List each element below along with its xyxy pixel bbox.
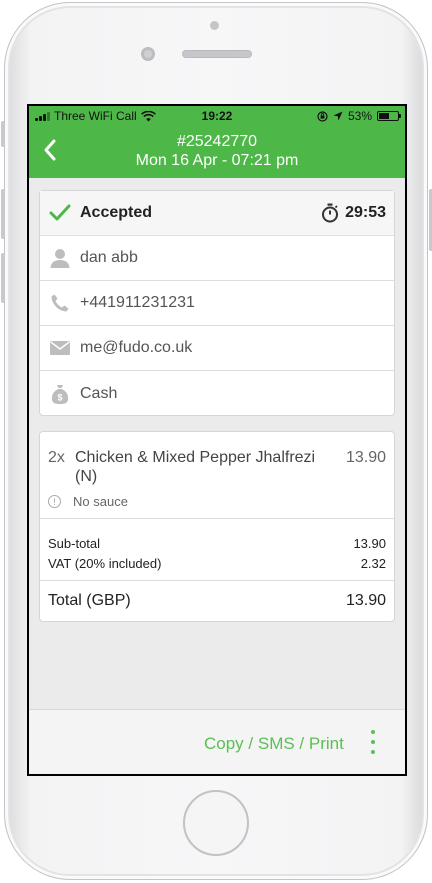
mute-switch [1,121,5,147]
money-bag-icon: $ [48,382,72,406]
total-line: Total (GBP) 13.90 [40,581,394,621]
total-value: 13.90 [345,592,386,609]
battery-percentage: 53% [347,109,372,123]
phone-icon [48,291,72,315]
subtotal-line: Sub-total 13.90 [48,534,386,554]
subtotal-value: 13.90 [353,536,386,551]
customer-email: me@fudo.co.uk [80,339,193,356]
home-button[interactable] [183,790,249,856]
envelope-icon [48,336,72,360]
customer-name-row[interactable]: dan abb [40,236,394,281]
back-button[interactable] [39,136,63,164]
order-datetime: Mon 16 Apr - 07:21 pm [135,152,299,169]
order-header: #25242770 Mon 16 Apr - 07:21 pm [29,126,405,178]
vat-label: VAT (20% included) [48,556,162,571]
payment-row: $ Cash [40,371,394,416]
signal-strength-icon [35,111,50,121]
item-line: 2x Chicken & Mixed Pepper Jhalfrezi (N) … [48,448,386,486]
battery-level [379,113,389,119]
carrier-label: Three WiFi Call [54,109,137,123]
order-info-card: Accepted 29:53 dan abb +441911231231 me@… [39,190,395,416]
copy-sms-print-button[interactable]: Copy / SMS / Print [204,734,344,754]
carrier-info: Three WiFi Call [35,109,185,123]
chevron-left-icon [44,139,56,161]
email-row[interactable]: me@fudo.co.uk [40,326,394,371]
bottom-action-bar: Copy / SMS / Print [29,709,405,774]
order-status: Accepted [80,204,153,221]
phone-row[interactable]: +441911231231 [40,281,394,326]
item-quantity: 2x [48,449,65,466]
timer-value: 29:53 [345,204,386,221]
rotation-lock-icon [317,110,328,122]
vat-value: 2.32 [360,556,386,571]
battery-icon [377,111,401,121]
customer-name: dan abb [80,249,138,266]
item-note: ! No sauce [48,494,386,509]
customer-phone: +441911231231 [80,294,195,311]
location-arrow-icon [333,111,343,121]
vat-line: VAT (20% included) 2.32 [48,554,386,574]
total-label: Total (GBP) [48,592,131,609]
order-items-card: 2x Chicken & Mixed Pepper Jhalfrezi (N) … [39,431,395,622]
more-options-icon[interactable] [367,730,379,760]
volume-up-button [1,189,5,239]
subtotals-section: Sub-total 13.90 VAT (20% included) 2.32 [40,519,394,581]
payment-method: Cash [80,384,118,402]
item-name: Chicken & Mixed Pepper Jhalfrezi (N) [75,449,316,485]
phone-screen: Three WiFi Call 19:22 53% #25242770 Mon … [27,104,407,776]
earpiece-speaker [182,50,252,58]
wifi-icon [140,110,156,121]
checkmark-icon [48,201,72,225]
person-icon [48,246,72,270]
subtotal-label: Sub-total [48,536,101,551]
app-view: Three WiFi Call 19:22 53% #25242770 Mon … [29,106,405,774]
stopwatch-icon [322,203,339,223]
svg-text:$: $ [57,392,62,402]
list-item: 2x Chicken & Mixed Pepper Jhalfrezi (N) … [40,432,394,519]
order-status-row: Accepted 29:53 [40,191,394,236]
order-number: #25242770 [176,133,258,150]
item-note-text: No sauce [73,494,128,509]
status-bar: Three WiFi Call 19:22 53% [29,106,405,126]
proximity-sensor [141,47,155,61]
status-indicators: 53% [317,109,401,123]
info-icon: ! [48,495,61,508]
volume-down-button [1,253,5,303]
prep-timer: 29:53 [321,203,386,223]
item-price: 13.90 [345,449,386,466]
front-camera [210,21,219,30]
